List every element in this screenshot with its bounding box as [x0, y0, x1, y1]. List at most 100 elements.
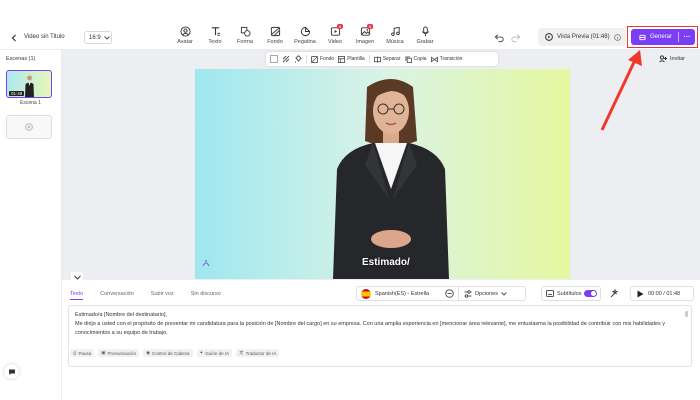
aspect-ratio-value: 16:9 [89, 34, 101, 41]
tool-image[interactable]: N Imagen [350, 24, 380, 45]
pause-chip[interactable]: ⏱ Pausa [70, 349, 95, 357]
collapse-panel-button[interactable] [71, 272, 83, 282]
background-icon [270, 26, 280, 37]
add-scene-button[interactable] [6, 115, 52, 139]
scene-label: Escena 1 [20, 100, 41, 106]
spain-flag-icon [361, 288, 371, 299]
tool-label: Forma [237, 39, 253, 45]
voice-selector[interactable]: Spanish(ES) - Estrella Opciones [356, 286, 526, 301]
voice-options-dropdown[interactable]: Opciones [457, 287, 525, 300]
subtitles-toggle[interactable] [584, 290, 598, 297]
generate-highlight: Generar ··· [627, 26, 698, 48]
background-tool[interactable]: Fondo [311, 55, 334, 63]
scrollbar[interactable] [685, 311, 688, 317]
project-title[interactable]: Video sin Titulo [24, 34, 65, 40]
sparkle-icon: ✦ [199, 350, 204, 355]
playback-time: 00:00 / 01:48 [648, 290, 681, 297]
redo-icon[interactable] [510, 32, 521, 43]
toolbar-divider [368, 55, 370, 63]
info-icon [613, 33, 621, 41]
insert-toolbar: Avatar Texto Forma Fondo Pegatina N Vide… [170, 24, 440, 45]
scene-thumbnail[interactable]: 01:48 [6, 70, 52, 98]
plus-icon [25, 123, 33, 131]
tool-video[interactable]: N Video [320, 24, 350, 45]
tool-label: Grabar [416, 39, 434, 45]
pronunciation-chip[interactable]: ▣ Pronunciación [98, 349, 140, 357]
sliders-icon [464, 289, 472, 298]
script-line: Estimado/a [Nombre del destinatario], [75, 312, 168, 318]
tool-label: Pegatina [294, 39, 316, 45]
ai-script-chip[interactable]: ✦ Guión de IA [196, 349, 233, 357]
preview-button[interactable]: Vista Previa (01:48) [538, 28, 626, 46]
record-icon [421, 26, 429, 37]
subtitles-label: Subtítulos [557, 290, 582, 297]
tool-sticker[interactable]: Pegatina [290, 26, 320, 45]
color-swatch[interactable] [270, 55, 278, 63]
voice-settings-icon[interactable] [444, 289, 454, 298]
voice-options-label: Opciones [474, 290, 498, 297]
split-tool-label: Separar [382, 56, 401, 62]
script-tabs: Texto Conversación Subir voz Sin discurs… [70, 289, 238, 300]
script-editor[interactable]: Estimado/a [Nombre del destinatario], Me… [68, 305, 692, 367]
tool-music[interactable]: Música [380, 26, 410, 45]
copy-icon [404, 55, 412, 63]
tool-shape[interactable]: Forma [230, 26, 260, 45]
tool-label: Fondo [267, 39, 283, 45]
fill-button[interactable] [294, 55, 302, 63]
speech-icon: ▣ [101, 350, 106, 355]
head-icon: ◉ [146, 350, 151, 355]
new-badge: N [367, 24, 373, 29]
export-icon [639, 34, 646, 40]
shape-icon [240, 26, 251, 37]
aspect-ratio-select[interactable]: 16:9 [84, 31, 112, 44]
top-bar: Video sin Titulo 16:9 Avatar Texto Forma… [0, 0, 700, 50]
tool-label: Imagen [355, 39, 375, 45]
transparency-button[interactable] [282, 55, 290, 63]
tool-text[interactable]: Texto [200, 26, 230, 45]
chip-label: Guión de IA [205, 350, 230, 356]
tool-label: Video [328, 39, 342, 45]
tab-subir-voz[interactable]: Subir voz [151, 289, 174, 300]
clock-icon: ⏱ [73, 350, 77, 356]
head-control-chip[interactable]: ◉ Control de Cabeza [143, 349, 193, 357]
tab-sin-discurso[interactable]: Sin discurso [191, 289, 221, 300]
play-circle-icon [545, 33, 553, 41]
toolbar-divider [306, 55, 307, 63]
fill-icon [294, 55, 302, 63]
video-preview[interactable] [195, 69, 570, 279]
annotation-arrow [600, 50, 642, 131]
play-icon[interactable] [637, 290, 644, 298]
transition-icon [430, 55, 438, 63]
ai-voice-icon[interactable] [609, 289, 619, 299]
tool-background[interactable]: Fondo [260, 26, 290, 45]
ai-translator-chip[interactable]: 文 Traductor de IA [236, 349, 280, 357]
tool-record[interactable]: Grabar [410, 26, 440, 45]
scenes-title: Escenas (1) [6, 56, 36, 62]
template-tool[interactable]: Plantilla [338, 55, 365, 63]
generate-more-button[interactable]: ··· [679, 34, 695, 41]
tab-texto[interactable]: Texto [70, 289, 84, 300]
audio-player: 00:00 / 01:48 [630, 286, 694, 301]
canvas-toolbar: Fondo Plantilla Separar Copia Transición [266, 52, 498, 66]
split-tool[interactable]: Separar [373, 55, 401, 63]
script-tools: ⏱ Pausa ▣ Pronunciación ◉ Control de Cabeza… [70, 349, 280, 357]
tool-avatar[interactable]: Avatar [170, 26, 200, 45]
undo-icon[interactable] [494, 32, 505, 43]
split-icon [373, 55, 381, 63]
template-tool-label: Plantilla [347, 56, 365, 62]
background-small-icon [311, 55, 318, 63]
help-chat-button[interactable] [4, 364, 19, 379]
pattern-icon [282, 55, 290, 63]
generate-button[interactable]: Generar ··· [631, 29, 695, 45]
tab-conversacion[interactable]: Conversación [100, 289, 134, 300]
invite-label: Invitar [670, 56, 685, 62]
invite-button[interactable]: Invitar [659, 55, 685, 63]
copy-tool[interactable]: Copia [404, 55, 427, 63]
chevron-down-icon [501, 291, 507, 296]
scene-duration: 01:48 [9, 91, 25, 96]
back-button[interactable] [7, 31, 21, 45]
transition-tool[interactable]: Transición [430, 55, 462, 63]
new-badge: N [337, 24, 343, 29]
chevron-left-icon [11, 34, 16, 42]
subtitles-icon [546, 290, 554, 297]
